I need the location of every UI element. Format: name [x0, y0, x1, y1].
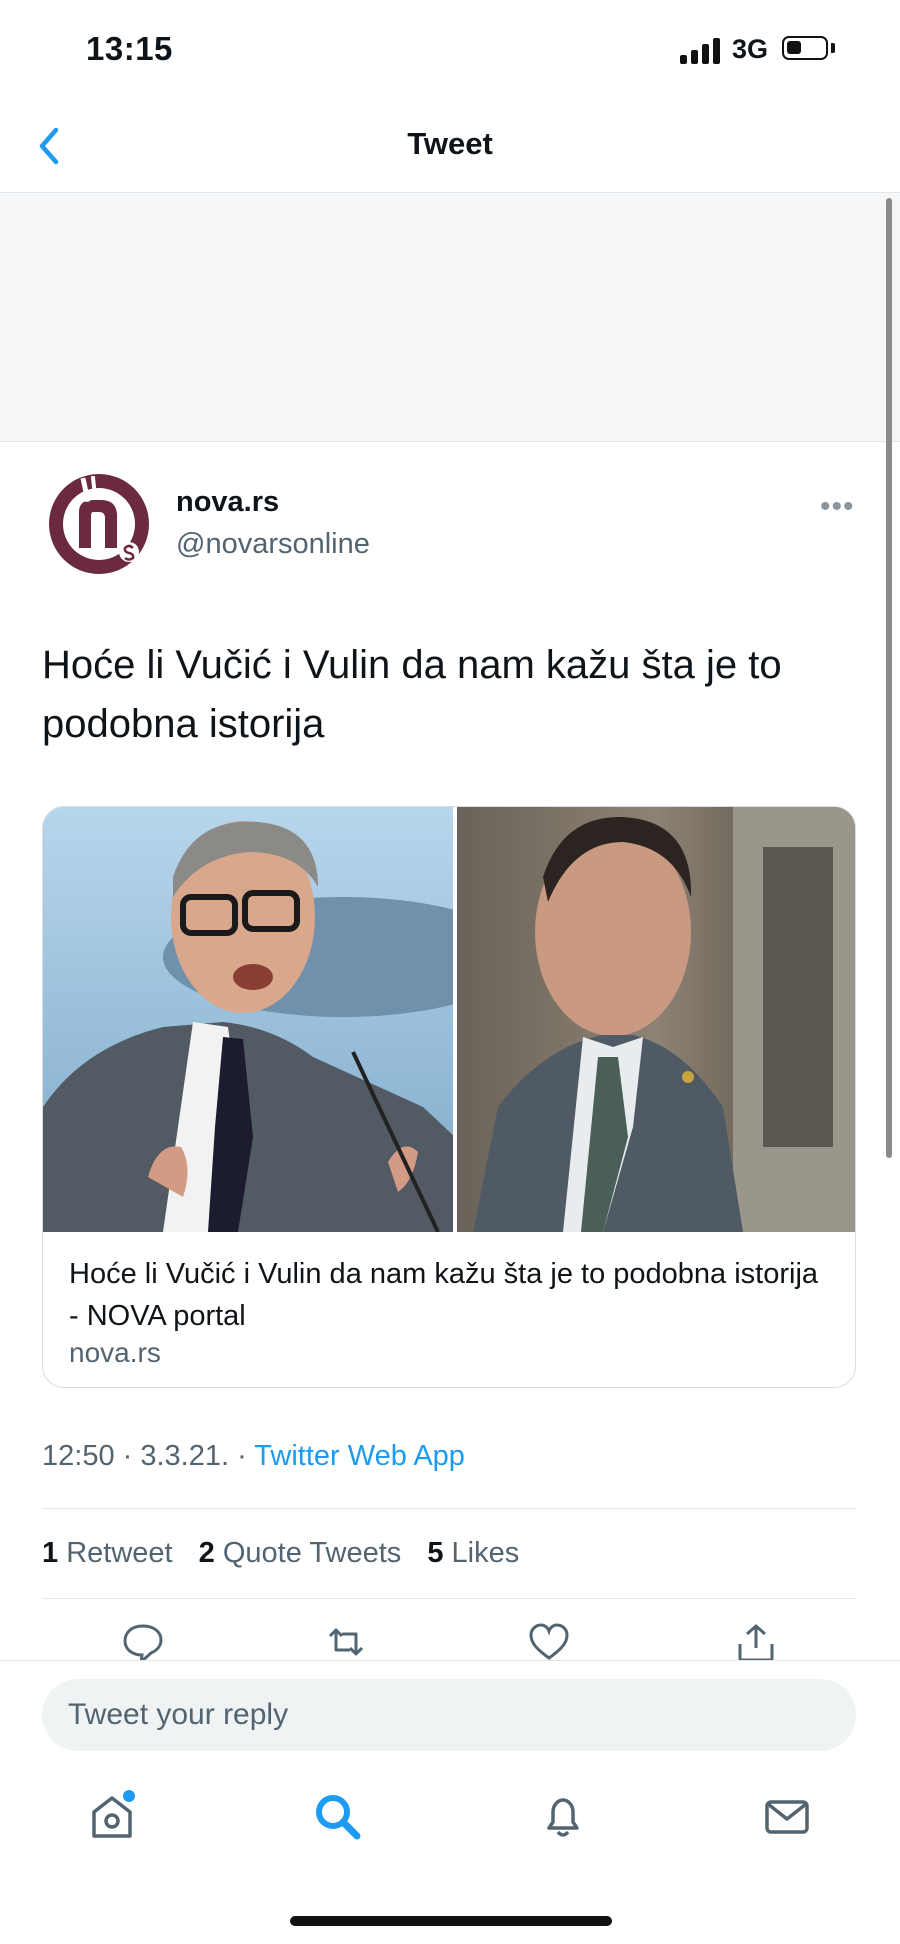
tweet-date: 3.3.21.: [140, 1440, 230, 1472]
card-domain: nova.rs: [69, 1337, 161, 1368]
avatar[interactable]: [45, 470, 153, 578]
meta-separator: ·: [229, 1440, 255, 1472]
card-image: [43, 807, 855, 1232]
author-handle[interactable]: @novarsonline: [176, 528, 370, 561]
card-title: Hoće li Vučić i Vulin da nam kažu šta je…: [69, 1258, 819, 1332]
promo-placeholder: [0, 193, 900, 442]
nova-logo-icon: [49, 474, 149, 574]
battery-icon: [782, 36, 828, 60]
signal-strength-icon: [680, 36, 724, 64]
tweet-actions: [0, 1622, 900, 1662]
notifications-icon[interactable]: [537, 1790, 589, 1842]
reply-input[interactable]: [42, 1679, 856, 1751]
tweet-stats: 1 Retweet 2 Quote Tweets 5 Likes: [42, 1537, 537, 1570]
quotes-label: Quote Tweets: [222, 1537, 402, 1569]
reply-icon[interactable]: [121, 1622, 165, 1662]
likes-label: Likes: [451, 1537, 520, 1569]
reply-bar: [0, 1660, 900, 1756]
likes-stat[interactable]: 5 Likes: [427, 1537, 519, 1569]
retweets-count: 1: [42, 1537, 59, 1569]
nav-bar: Tweet: [0, 100, 900, 193]
home-icon[interactable]: [86, 1790, 138, 1842]
more-options-button[interactable]: •••: [820, 490, 855, 524]
tweet-source-link[interactable]: Twitter Web App: [254, 1440, 465, 1472]
page-title: Tweet: [407, 126, 493, 161]
quotes-stat[interactable]: 2 Quote Tweets: [199, 1537, 402, 1569]
meta-separator: ·: [114, 1440, 141, 1472]
retweet-icon[interactable]: [324, 1622, 368, 1662]
search-icon[interactable]: [311, 1790, 363, 1842]
quotes-count: 2: [198, 1537, 215, 1569]
likes-count: 5: [427, 1537, 444, 1569]
author-name[interactable]: nova.rs: [176, 486, 279, 519]
like-icon[interactable]: [527, 1622, 571, 1662]
tweet-text: Hoće li Vučić i Vulin da nam kažu šta je…: [42, 643, 782, 746]
status-time: 13:15: [86, 30, 173, 67]
link-preview-card[interactable]: Hoće li Vučić i Vulin da nam kažu šta je…: [42, 806, 856, 1388]
scrollbar[interactable]: [886, 198, 892, 1158]
divider: [42, 1508, 856, 1509]
tab-bar: [0, 1760, 900, 1880]
tweet-time: 12:50: [42, 1440, 115, 1472]
tweet-meta: 12:50 · 3.3.21. · Twitter Web App: [42, 1440, 465, 1473]
retweets-label: Retweet: [66, 1537, 173, 1569]
share-icon[interactable]: [734, 1622, 778, 1662]
battery-tip: [831, 43, 835, 53]
home-indicator[interactable]: [290, 1916, 612, 1926]
status-bar: 13:15 3G: [0, 0, 900, 100]
messages-icon[interactable]: [761, 1790, 813, 1842]
retweets-stat[interactable]: 1 Retweet: [42, 1537, 173, 1569]
network-type: 3G: [732, 34, 769, 64]
divider: [42, 1598, 856, 1599]
